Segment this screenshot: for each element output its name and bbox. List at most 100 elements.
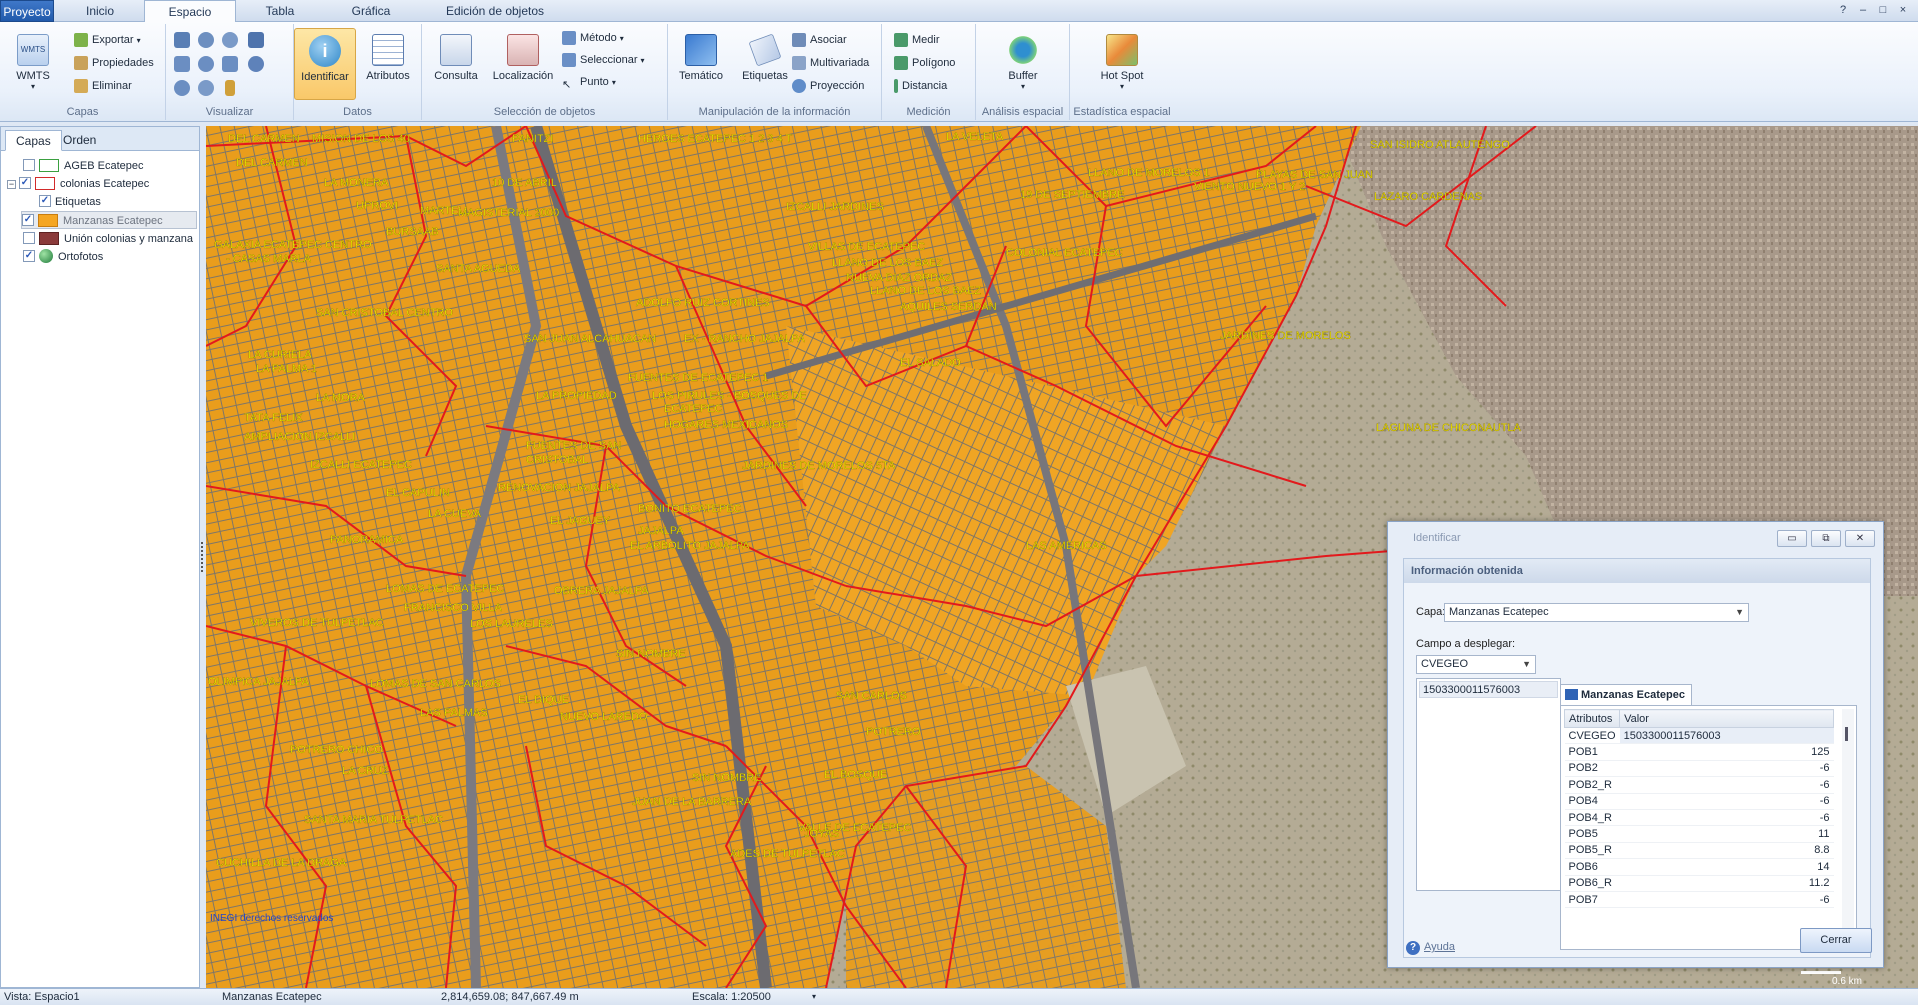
street-view-icon[interactable] [225,80,235,96]
wmts-button[interactable]: WMTS WMTS ▾ [4,28,62,100]
column-header-atributos[interactable]: Atributos [1563,709,1621,728]
tab-orden[interactable]: Orden [53,130,106,151]
buffer-button[interactable]: Buffer ▾ [992,28,1054,100]
refresh-icon[interactable] [174,80,190,96]
identificar-button[interactable]: i Identificar [294,28,356,100]
tab-espacio[interactable]: Espacio [144,0,236,23]
help-icon[interactable]: ? [1836,3,1850,17]
minimize-icon[interactable]: ▭ [1777,530,1807,547]
pan-icon[interactable] [174,32,190,48]
layer-item-colonias[interactable]: − ✓ colonias Ecatepec [7,175,149,193]
colonia-label: RENOVACION JAJALPA [498,482,621,494]
seleccionar-button[interactable]: Seleccionar ▾ [562,50,645,70]
colonia-label: PANITZI [512,133,553,145]
help-icon: ? [1406,941,1420,955]
localizacion-button[interactable]: Localización [488,28,558,100]
layer-checkbox[interactable]: ✓ [22,214,34,227]
layer-checkbox[interactable]: ✓ [39,195,51,208]
table-row[interactable]: POB1 125 [1564,743,1834,761]
consulta-button[interactable]: Consulta [426,28,486,100]
zoom-in-icon[interactable] [198,32,214,48]
asociar-button[interactable]: Asociar [792,30,847,50]
poligono-button[interactable]: Polígono [894,53,955,73]
layer-checkbox[interactable] [23,232,35,245]
status-scale[interactable]: Escala: 1:20500 [692,989,771,1005]
exportar-button[interactable]: Exportar ▾ [74,30,141,50]
layer-checkbox[interactable] [23,159,35,172]
table-row[interactable]: POB7 -6 [1564,891,1834,909]
table-row[interactable]: POB5 11 [1564,825,1834,843]
tab-inicio[interactable]: Inicio [62,0,138,22]
capa-select[interactable]: Manzanas Ecatepec ▼ [1444,603,1749,622]
colonia-label: LA CUEVA [428,508,482,520]
table-row[interactable]: POB2 -6 [1564,760,1834,778]
colonia-label: LOS LAURELES [470,618,553,630]
bookmark-icon[interactable] [248,32,264,48]
tab-tabla[interactable]: Tabla [240,0,320,22]
attributes-grid: Atributos Valor CVEGEO 1503300011576003 PO… [1560,705,1857,950]
colonia-label: SAN ISIDRO ATLAUTENGO [1370,139,1510,151]
column-header-valor[interactable]: Valor [1619,709,1834,728]
zoom-out-icon[interactable] [222,32,238,48]
chevron-down-icon[interactable]: ▾ [812,989,816,1005]
eliminar-button[interactable]: Eliminar [74,76,132,96]
vertical-scrollbar[interactable] [1842,709,1854,946]
punto-button[interactable]: ↖ Punto ▾ [562,72,616,92]
colonia-label: EL CAPULIN [386,487,450,499]
asociar-label: Asociar [810,34,847,46]
layer-checkbox[interactable]: ✓ [19,177,31,190]
zoom-extent-icon[interactable] [222,56,238,72]
globe-icon[interactable] [248,56,264,72]
table-row[interactable]: CVEGEO 1503300011576003 [1564,727,1834,745]
restore-icon[interactable]: □ [1876,3,1890,17]
hotspot-button[interactable]: Hot Spot ▾ [1090,28,1154,100]
close-icon[interactable]: ✕ [1845,530,1875,547]
panel-splitter[interactable] [199,540,205,576]
table-row[interactable]: POB4 -6 [1564,793,1834,810]
grid-tab[interactable]: Manzanas Ecatepec [1560,684,1692,706]
multivariada-button[interactable]: Multivariada [792,53,869,73]
close-button[interactable]: Cerrar [1800,928,1872,953]
colonia-label: ADES DE TULPETLAC [730,848,845,860]
restore-icon[interactable]: ⧉ [1811,530,1841,547]
atributos-button[interactable]: Atributos [358,28,418,100]
multivariada-label: Multivariada [810,57,870,69]
tab-edicion-objetos[interactable]: Edición de objetos [420,0,570,22]
close-icon[interactable]: × [1896,3,1910,17]
magnifier-icon[interactable] [198,80,214,96]
zoom-window-icon[interactable] [174,56,190,72]
tab-proyecto[interactable]: Proyecto [0,0,54,22]
attributes-table: Atributos Valor CVEGEO 1503300011576003 PO… [1563,709,1834,909]
value-list[interactable]: 1503300011576003 [1416,678,1561,891]
minimize-icon[interactable]: – [1856,3,1870,17]
list-item[interactable]: 1503300011576003 [1419,681,1558,698]
colonia-label: LLANO DE LOS BAEZ [832,257,944,269]
colonia-label: COLONIAL ECATEPEC [1006,247,1123,259]
table-row[interactable]: POB2_R -6 [1564,776,1834,794]
layer-item-union[interactable]: Unión colonias y manzana [23,230,193,248]
medir-button[interactable]: Medir [894,30,940,50]
zoom-previous-icon[interactable] [198,56,214,72]
help-link[interactable]: ? Ayuda [1406,941,1455,955]
metodo-button[interactable]: Método ▾ [562,28,624,48]
distancia-button[interactable]: Distancia [894,76,947,96]
campo-select[interactable]: CVEGEO ▼ [1416,655,1536,674]
collapse-icon[interactable]: − [7,179,16,189]
colonia-label: OBRERA JAJALPA [554,585,649,597]
table-row[interactable]: POB6 14 [1564,858,1834,876]
table-row[interactable]: POB6_R 11.2 [1564,875,1834,892]
layer-item-manzanas[interactable]: ✓ Manzanas Ecatepec [21,211,197,229]
tematico-button[interactable]: Temático [670,28,732,100]
layer-item-etiquetas[interactable]: ✓ Etiquetas [39,193,101,211]
layer-item-ortofotos[interactable]: ✓ Ortofotos [23,248,103,266]
table-row[interactable]: POB4_R -6 [1564,809,1834,827]
colonia-label: SIN NOMBRE [616,648,686,660]
proyeccion-button[interactable]: Proyección [792,76,864,96]
tab-grafica[interactable]: Gráfica [326,0,416,22]
layer-checkbox[interactable]: ✓ [23,250,35,263]
etiquetas-button[interactable]: Etiquetas [734,28,796,100]
layer-item-ageb[interactable]: AGEB Ecatepec [23,157,144,175]
colonia-label: DEL CARMEN [228,133,300,145]
table-row[interactable]: POB5_R 8.8 [1564,842,1834,860]
propiedades-button[interactable]: Propiedades [74,53,154,73]
